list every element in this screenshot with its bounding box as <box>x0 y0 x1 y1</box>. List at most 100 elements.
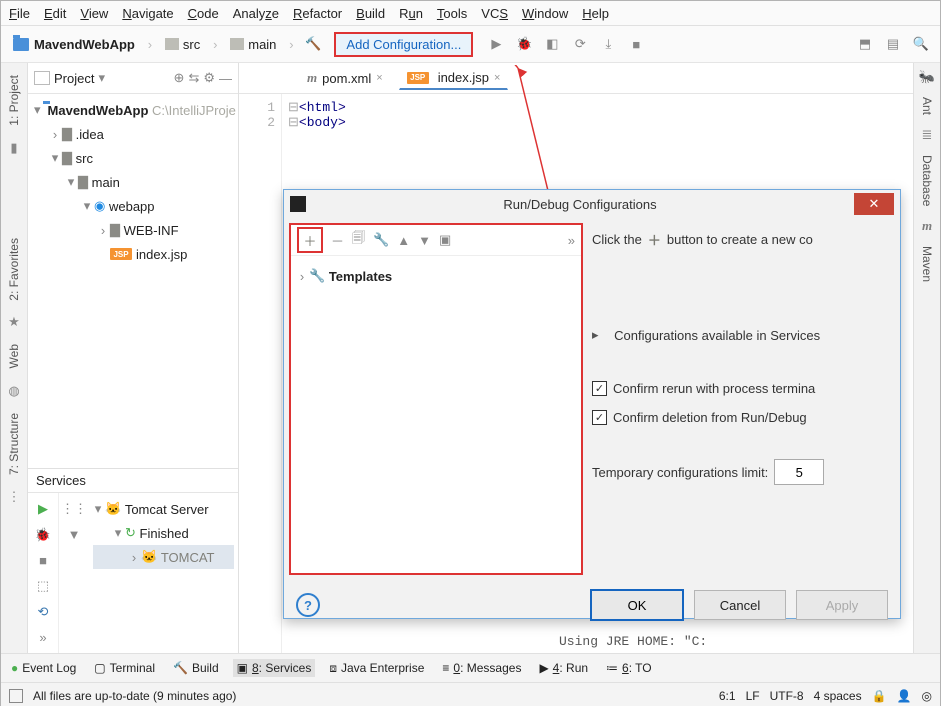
profile-icon[interactable]: ⟳ <box>569 33 591 55</box>
line-separator[interactable]: LF <box>746 689 760 703</box>
menu-view[interactable]: View <box>80 6 108 21</box>
tab-ant[interactable]: Ant <box>920 97 934 115</box>
layout-icon[interactable]: ⬚ <box>37 578 49 594</box>
temp-limit-input[interactable] <box>774 459 824 485</box>
tab-messages[interactable]: ≡0: Messages <box>438 659 525 677</box>
services-tree[interactable]: ▾🐱 Tomcat Server ▾↻ Finished ›🐱 TOMCAT <box>89 493 238 653</box>
menu-code[interactable]: Code <box>188 6 219 21</box>
tree-idea[interactable]: ›▇ .idea <box>30 122 236 146</box>
menu-edit[interactable]: Edit <box>44 6 66 21</box>
debug-icon[interactable]: 🐞 <box>513 33 535 55</box>
add-configuration-button[interactable]: Add Configuration... <box>334 32 473 57</box>
tab-favorites[interactable]: 2: Favorites <box>7 232 21 307</box>
bookmarks-icon: ▮ <box>10 140 17 156</box>
templates-node[interactable]: › 🔧 Templates <box>297 264 575 288</box>
indent-info[interactable]: 4 spaces <box>814 689 862 703</box>
cancel-button[interactable]: Cancel <box>694 590 786 620</box>
ok-button[interactable]: OK <box>590 589 684 621</box>
close-icon[interactable]: × <box>494 72 500 84</box>
tab-run[interactable]: ▶4: Run <box>535 659 592 677</box>
gear-icon[interactable]: ⚙ <box>203 70 215 86</box>
more-icon[interactable]: » <box>39 630 46 645</box>
breadcrumb-project[interactable]: MavendWebApp <box>9 35 139 54</box>
attach-icon[interactable]: ⤓ <box>597 33 619 55</box>
close-icon[interactable]: × <box>376 72 382 84</box>
wrench-icon[interactable]: 🔧 <box>373 232 389 248</box>
tab-services[interactable]: ▣8: Services <box>233 659 316 677</box>
hide-icon[interactable]: — <box>219 71 232 86</box>
config-tree[interactable]: › 🔧 Templates <box>291 256 581 296</box>
run-icon[interactable]: ▶ <box>38 501 48 517</box>
tab-pom[interactable]: mpom.xml× <box>299 66 391 90</box>
scope-target-icon[interactable]: ⊕ <box>174 70 185 86</box>
status-window-icon[interactable] <box>9 689 23 703</box>
filter-icon[interactable]: ▼ <box>68 527 81 542</box>
hammer-icon[interactable]: 🔨 <box>302 33 324 55</box>
svc-tomcat[interactable]: ▾🐱 Tomcat Server <box>93 497 234 521</box>
confirm-delete-check[interactable]: ✓Confirm deletion from Run/Debug <box>592 410 884 425</box>
tab-build[interactable]: 🔨Build <box>169 659 223 677</box>
tab-database[interactable]: Database <box>920 155 934 206</box>
rerun-icon[interactable]: ⟲ <box>38 604 49 620</box>
run-icon[interactable]: ▶ <box>485 33 507 55</box>
help-button[interactable]: ? <box>296 593 320 617</box>
menu-help[interactable]: Help <box>582 6 609 21</box>
tab-web[interactable]: Web <box>7 338 21 374</box>
tree-main[interactable]: ▾▇ main <box>30 170 236 194</box>
menu-window[interactable]: Window <box>522 6 568 21</box>
up-icon[interactable]: ▲ <box>397 233 410 248</box>
chevron-down-icon[interactable]: ▾ <box>98 70 105 86</box>
svc-finished[interactable]: ▾↻ Finished <box>93 521 234 545</box>
tree-webapp[interactable]: ▾◉ webapp <box>30 194 236 218</box>
search-icon[interactable]: 🔍 <box>910 33 932 55</box>
svc-instance[interactable]: ›🐱 TOMCAT <box>93 545 234 569</box>
folder-move-icon[interactable]: ▣ <box>439 232 451 248</box>
bug-icon[interactable]: 🐞 <box>35 527 51 543</box>
tab-event-log[interactable]: ●Event Log <box>7 659 80 677</box>
project-structure-icon[interactable]: ▤ <box>882 33 904 55</box>
copy-icon[interactable]: 🗐 <box>352 229 365 251</box>
menu-tools[interactable]: Tools <box>437 6 467 21</box>
tree-root[interactable]: ▾ MavendWebApp C:\IntelliJProject\JavaHo… <box>30 98 236 122</box>
confirm-rerun-check[interactable]: ✓Confirm rerun with process termina <box>592 381 884 396</box>
tab-maven[interactable]: Maven <box>920 246 934 282</box>
add-config-plus-button[interactable]: ＋ <box>297 227 323 253</box>
status-more-icon[interactable]: ◎ <box>922 689 932 703</box>
vcs-update-icon[interactable]: ⬒ <box>854 33 876 55</box>
tab-java-ee[interactable]: ⧈Java Enterprise <box>325 659 428 678</box>
menu-run[interactable]: Run <box>399 6 423 21</box>
tree-src[interactable]: ▾▇ src <box>30 146 236 170</box>
tab-index[interactable]: JSPindex.jsp× <box>399 66 509 90</box>
menu-refactor[interactable]: Refactor <box>293 6 342 21</box>
menu-analyze[interactable]: Analyze <box>233 6 279 21</box>
tree-icon[interactable]: ⋮⋮ <box>61 501 87 517</box>
services-avail-row[interactable]: ▸ Configurations available in Services <box>592 327 884 343</box>
tab-terminal[interactable]: ▢Terminal <box>90 659 159 677</box>
down-icon[interactable]: ▼ <box>418 233 431 248</box>
tab-project[interactable]: 1: Project <box>7 69 21 132</box>
breadcrumb-main[interactable]: main <box>226 35 280 54</box>
menu-vcs[interactable]: VCS <box>481 6 508 21</box>
close-button[interactable]: ✕ <box>854 193 894 215</box>
apply-button[interactable]: Apply <box>796 590 888 620</box>
remove-icon[interactable]: － <box>331 231 344 250</box>
project-tree[interactable]: ▾ MavendWebApp C:\IntelliJProject\JavaHo… <box>28 94 238 270</box>
tab-todo[interactable]: ≔6: TO <box>602 659 656 677</box>
stop-icon[interactable]: ■ <box>39 553 47 568</box>
lock-icon[interactable]: 🔒 <box>872 689 887 703</box>
tab-structure[interactable]: 7: Structure <box>7 407 21 481</box>
dialog-titlebar[interactable]: Run/Debug Configurations ✕ <box>284 190 900 218</box>
more-icon[interactable]: » <box>568 233 575 248</box>
inspector-icon[interactable]: 👤 <box>897 689 912 703</box>
tree-webinf[interactable]: ›▇ WEB-INF <box>30 218 236 242</box>
breadcrumb-src[interactable]: src <box>161 35 204 54</box>
menu-navigate[interactable]: Navigate <box>122 6 173 21</box>
coverage-icon[interactable]: ◧ <box>541 33 563 55</box>
tree-indexjsp[interactable]: JSPindex.jsp <box>30 242 236 266</box>
cursor-position[interactable]: 6:1 <box>719 689 736 703</box>
menu-file[interactable]: FFileile <box>9 6 30 21</box>
file-encoding[interactable]: UTF-8 <box>770 689 804 703</box>
collapse-icon[interactable]: ⇆ <box>188 70 199 86</box>
stop-icon[interactable]: ■ <box>625 33 647 55</box>
menu-build[interactable]: Build <box>356 6 385 21</box>
